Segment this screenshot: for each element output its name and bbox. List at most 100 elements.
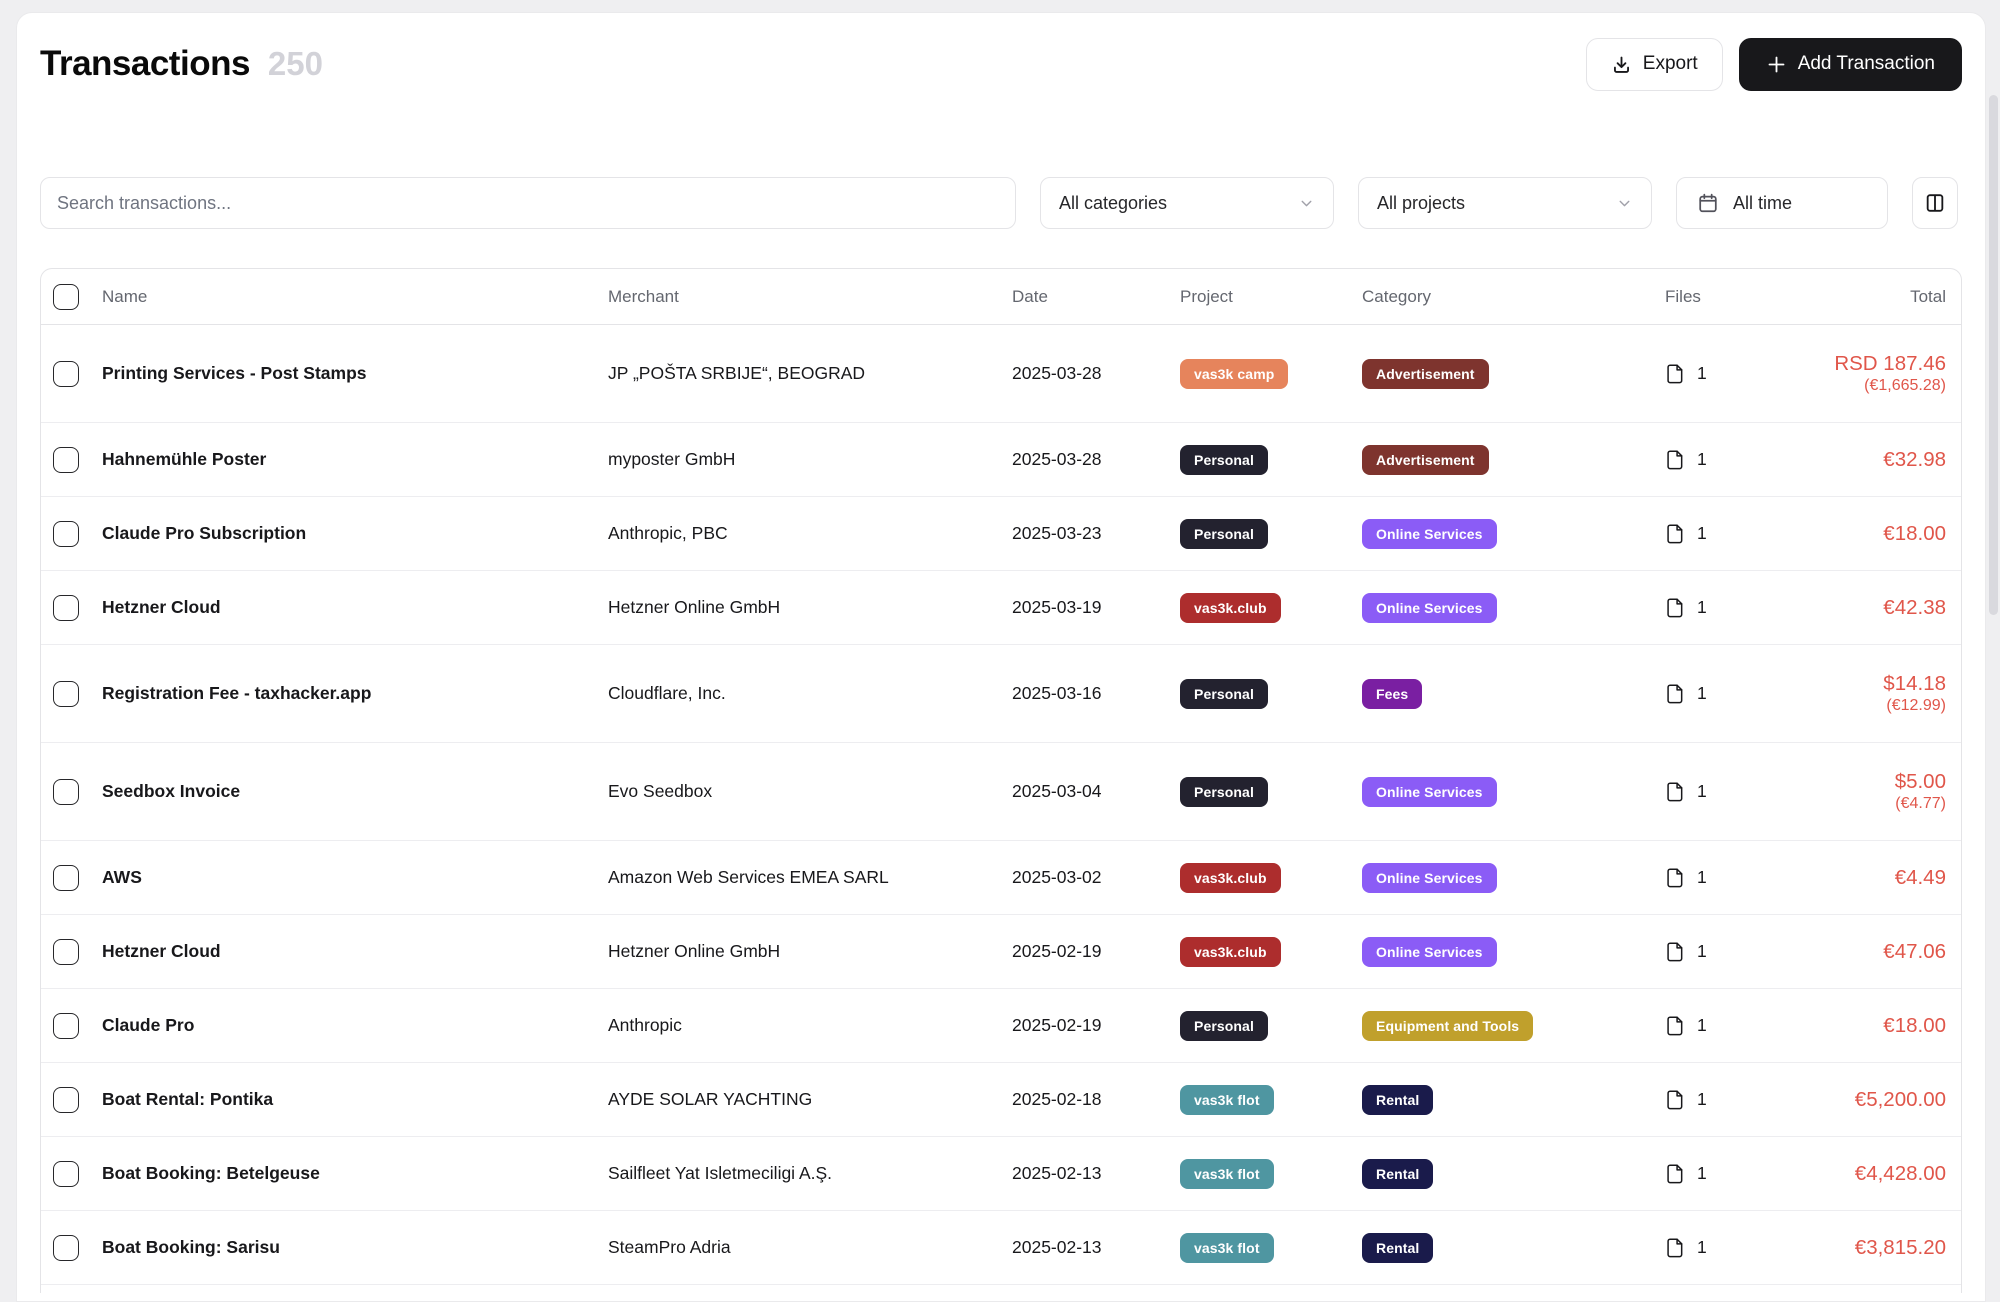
- category-badge[interactable]: Online Services: [1362, 519, 1497, 549]
- transaction-name[interactable]: Hetzner Cloud: [102, 597, 608, 618]
- project-badge[interactable]: vas3k.club: [1180, 937, 1281, 967]
- export-button-label: Export: [1643, 53, 1698, 75]
- column-header-files[interactable]: Files: [1665, 287, 1785, 307]
- file-count: 1: [1697, 449, 1707, 470]
- chevron-down-icon: [1298, 195, 1315, 212]
- category-badge[interactable]: Online Services: [1362, 937, 1497, 967]
- transaction-name[interactable]: Printing Services - Post Stamps: [102, 363, 608, 384]
- transaction-name[interactable]: Boat Booking: Betelgeuse: [102, 1163, 608, 1184]
- category-badge[interactable]: Online Services: [1362, 777, 1497, 807]
- search-input[interactable]: [57, 193, 999, 214]
- calendar-icon: [1697, 192, 1719, 214]
- transaction-total: €47.06: [1785, 939, 1946, 965]
- date-range-filter-value: All time: [1733, 193, 1792, 214]
- row-checkbox[interactable]: [53, 1235, 79, 1261]
- transaction-merchant: Hetzner Online GmbH: [608, 941, 1012, 962]
- transactions-table: Name Merchant Date Project Category File…: [40, 268, 1962, 1293]
- categories-filter[interactable]: All categories: [1040, 177, 1334, 229]
- row-checkbox[interactable]: [53, 865, 79, 891]
- category-badge[interactable]: Online Services: [1362, 593, 1497, 623]
- project-badge[interactable]: vas3k.club: [1180, 593, 1281, 623]
- column-header-total[interactable]: Total: [1785, 287, 1961, 307]
- transaction-date: 2025-03-19: [1012, 597, 1180, 618]
- column-header-name[interactable]: Name: [102, 287, 608, 307]
- vertical-scrollbar[interactable]: [1989, 95, 1998, 615]
- transaction-merchant: Amazon Web Services EMEA SARL: [608, 867, 1012, 888]
- date-range-filter[interactable]: All time: [1676, 177, 1888, 229]
- column-header-category[interactable]: Category: [1362, 287, 1665, 307]
- row-checkbox[interactable]: [53, 1013, 79, 1039]
- transaction-name[interactable]: Claude Pro: [102, 1015, 608, 1036]
- project-badge[interactable]: vas3k flot: [1180, 1085, 1274, 1115]
- row-checkbox[interactable]: [53, 595, 79, 621]
- file-icon: [1665, 683, 1685, 705]
- column-header-date[interactable]: Date: [1012, 287, 1180, 307]
- project-badge[interactable]: vas3k flot: [1180, 1159, 1274, 1189]
- row-checkbox[interactable]: [53, 447, 79, 473]
- project-badge[interactable]: Personal: [1180, 519, 1268, 549]
- category-badge[interactable]: Rental: [1362, 1233, 1433, 1263]
- category-badge[interactable]: Fees: [1362, 679, 1422, 709]
- category-badge[interactable]: Equipment and Tools: [1362, 1011, 1533, 1041]
- transaction-name[interactable]: Registration Fee - taxhacker.app: [102, 683, 608, 704]
- transaction-name[interactable]: Boat Rental: Pontika: [102, 1089, 608, 1110]
- row-checkbox[interactable]: [53, 1087, 79, 1113]
- file-count: 1: [1697, 363, 1707, 384]
- row-checkbox[interactable]: [53, 681, 79, 707]
- row-checkbox[interactable]: [53, 1161, 79, 1187]
- table-row: Hahnemühle Postermyposter GmbH2025-03-28…: [41, 423, 1961, 497]
- export-button[interactable]: Export: [1586, 38, 1723, 91]
- transaction-merchant: Anthropic: [608, 1015, 1012, 1036]
- column-settings-button[interactable]: [1912, 177, 1958, 229]
- category-badge[interactable]: Advertisement: [1362, 359, 1489, 389]
- file-count: 1: [1697, 597, 1707, 618]
- transaction-merchant: Cloudflare, Inc.: [608, 683, 1012, 704]
- project-badge[interactable]: vas3k flot: [1180, 1233, 1274, 1263]
- table-row: Claude ProAnthropic2025-02-19PersonalEqu…: [41, 989, 1961, 1063]
- transaction-name[interactable]: Hahnemühle Poster: [102, 449, 608, 470]
- download-icon: [1611, 54, 1632, 75]
- file-icon: [1665, 1163, 1685, 1185]
- transaction-name[interactable]: AWS: [102, 867, 608, 888]
- row-checkbox[interactable]: [53, 939, 79, 965]
- transaction-total: $5.00: [1785, 769, 1946, 795]
- table-row: Hetzner CloudHetzner Online GmbH2025-02-…: [41, 915, 1961, 989]
- transaction-total: €4.49: [1785, 865, 1946, 891]
- table-row: AWSAmazon Web Services EMEA SARL2025-03-…: [41, 841, 1961, 915]
- row-checkbox[interactable]: [53, 521, 79, 547]
- projects-filter[interactable]: All projects: [1358, 177, 1652, 229]
- category-badge[interactable]: Rental: [1362, 1085, 1433, 1115]
- transaction-total-converted: (€12.99): [1785, 696, 1946, 716]
- project-badge[interactable]: vas3k camp: [1180, 359, 1288, 389]
- category-badge[interactable]: Advertisement: [1362, 445, 1489, 475]
- filter-bar: All categories All projects All time: [40, 177, 1962, 229]
- select-all-checkbox[interactable]: [53, 284, 79, 310]
- column-header-project[interactable]: Project: [1180, 287, 1362, 307]
- transaction-merchant: Sailfleet Yat Isletmeciligi A.Ş.: [608, 1163, 1012, 1184]
- transaction-name[interactable]: Claude Pro Subscription: [102, 523, 608, 544]
- file-icon: [1665, 781, 1685, 803]
- category-badge[interactable]: Online Services: [1362, 863, 1497, 893]
- file-icon: [1665, 867, 1685, 889]
- category-badge[interactable]: Rental: [1362, 1159, 1433, 1189]
- project-badge[interactable]: Personal: [1180, 679, 1268, 709]
- project-badge[interactable]: vas3k.club: [1180, 863, 1281, 893]
- project-badge[interactable]: Personal: [1180, 1011, 1268, 1041]
- row-checkbox[interactable]: [53, 779, 79, 805]
- column-header-merchant[interactable]: Merchant: [608, 287, 1012, 307]
- row-checkbox[interactable]: [53, 361, 79, 387]
- transaction-name[interactable]: Seedbox Invoice: [102, 781, 608, 802]
- transaction-name[interactable]: Boat Booking: Sarisu: [102, 1237, 608, 1258]
- transaction-date: 2025-02-18: [1012, 1089, 1180, 1110]
- file-icon: [1665, 363, 1685, 385]
- project-badge[interactable]: Personal: [1180, 777, 1268, 807]
- transaction-name[interactable]: Hetzner Cloud: [102, 941, 608, 962]
- transaction-total: €4,428.00: [1785, 1161, 1946, 1187]
- table-row: Hetzner CloudHetzner Online GmbH2025-03-…: [41, 571, 1961, 645]
- transaction-date: 2025-03-04: [1012, 781, 1180, 802]
- file-icon: [1665, 1015, 1685, 1037]
- page-header: Transactions 250 Export Add Transaction: [40, 37, 1962, 91]
- project-badge[interactable]: Personal: [1180, 445, 1268, 475]
- file-count: 1: [1697, 1089, 1707, 1110]
- add-transaction-button[interactable]: Add Transaction: [1739, 38, 1962, 91]
